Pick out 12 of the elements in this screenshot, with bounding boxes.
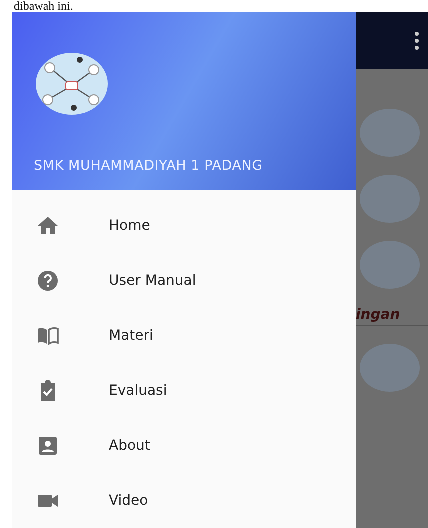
page-text: dibawah ini. bbox=[14, 0, 74, 12]
content-text: ingan bbox=[356, 307, 428, 326]
school-name: SMK MUHAMMADIYAH 1 PADANG bbox=[34, 158, 264, 174]
network-logo-icon bbox=[34, 52, 110, 116]
help-icon bbox=[36, 268, 60, 292]
more-options-icon[interactable] bbox=[414, 30, 420, 50]
drawer-menu-item[interactable]: About bbox=[12, 418, 356, 473]
drawer-menu-item[interactable]: User Manual bbox=[12, 253, 356, 308]
drawer-menu-item[interactable]: Evaluasi bbox=[12, 363, 356, 418]
drawer-menu-item[interactable]: Materi bbox=[12, 308, 356, 363]
drawer-menu-item[interactable]: Video bbox=[12, 473, 356, 528]
drawer-menu-item[interactable]: Home bbox=[12, 198, 356, 253]
